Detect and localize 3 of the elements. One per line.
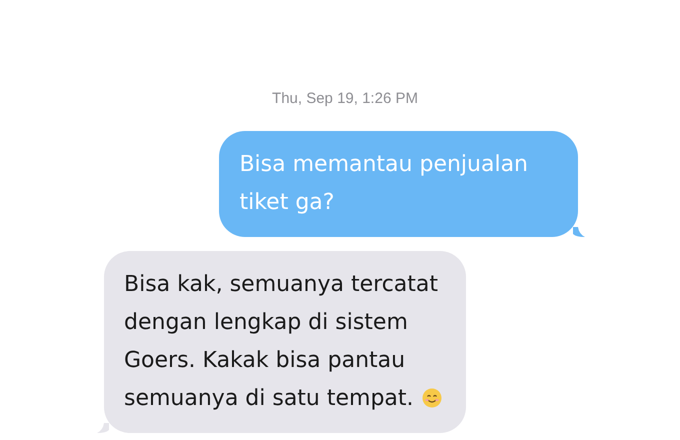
message-text: Bisa memantau penjualan tiket ga? — [239, 150, 528, 216]
message-text: Bisa kak, semuanya tercatat dengan lengkap di sistem Goers. Kakak bisa pantau semuanya di satu tempat. — [124, 266, 442, 418]
timestamp: Thu, Sep 19, 1:26 PM — [272, 89, 418, 109]
